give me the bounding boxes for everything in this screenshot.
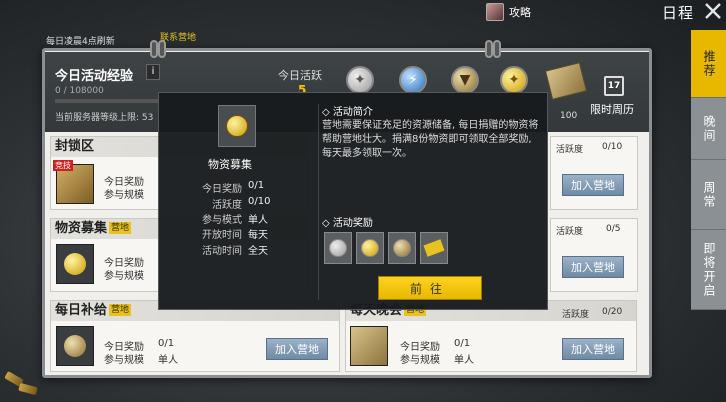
kv-key: 活跃度 <box>212 200 242 211</box>
intro-text: 营地需要保证充足的资源储备, 每日捐赠的物资将帮助营地壮大。捐满8份物资即可领取… <box>322 120 539 159</box>
kv-value: 每天 <box>248 230 268 241</box>
supply-crate-thumbnail-icon <box>350 326 388 366</box>
competitive-badge: 竞技 <box>53 160 73 171</box>
kv-key: 参与模式 <box>202 215 242 226</box>
divider <box>318 104 319 300</box>
contact-camp-link[interactable]: 联系营地 <box>160 30 220 48</box>
participation-label: 参与规模 <box>104 271 144 282</box>
tab-weekly[interactable]: 周常 <box>691 160 726 230</box>
kv-value: 0/10 <box>248 196 271 207</box>
tab-recommend[interactable]: 推荐 <box>691 30 726 98</box>
activity-value: 0/10 <box>602 142 623 152</box>
go-button[interactable]: 前往 <box>378 276 482 300</box>
camp-tag: 营地 <box>109 222 132 234</box>
exp-progress-bar <box>55 99 170 103</box>
blue-medal-icon[interactable]: ⚡ <box>399 66 427 94</box>
chevron-medal-reward-icon[interactable] <box>388 232 416 264</box>
today-reward-value: 0/1 <box>454 338 471 349</box>
activity-label: 今日活跃 <box>278 69 322 82</box>
join-camp-button[interactable]: 加入营地 <box>562 338 624 360</box>
gold-medal-thumbnail-icon <box>56 244 94 284</box>
info-icon[interactable]: i <box>146 64 160 80</box>
binder-ring-icon <box>485 40 493 58</box>
participation-value: 单人 <box>158 355 178 366</box>
gold-medal-reward-icon[interactable] <box>356 232 384 264</box>
today-reward-value: 0/1 <box>158 338 175 349</box>
kv-key: 开放时间 <box>202 230 242 241</box>
activity-label: 活跃度 <box>562 310 590 320</box>
activity-value: 0/20 <box>602 307 623 317</box>
activity-value: 0/5 <box>606 224 621 234</box>
kv-key: 今日奖励 <box>202 184 242 195</box>
tab-evening[interactable]: 晚间 <box>691 98 726 160</box>
chevron-medal-icon[interactable]: ▼ <box>451 66 479 94</box>
attack-guide-button[interactable]: 攻略 <box>486 2 531 22</box>
reward-count: 100 <box>560 111 578 121</box>
activity-card-evening-party[interactable]: 每天晚会 营地 <box>345 300 637 372</box>
reward-title: ◇ 活动奖励 <box>322 218 373 229</box>
kv-value: 单人 <box>248 215 268 226</box>
bullet-shell-icon <box>18 382 38 396</box>
participation-value: 单人 <box>454 355 474 366</box>
camp-tag: 营地 <box>109 304 132 316</box>
participation-label: 参与规模 <box>104 355 144 366</box>
intro-title: ◇ 活动简介 <box>322 107 373 118</box>
avatar <box>486 3 504 21</box>
exp-title: 今日活动经验 <box>55 69 134 84</box>
gold-medal-icon[interactable]: ✦ <box>500 66 528 94</box>
participation-label: 参与规模 <box>104 190 144 201</box>
join-camp-button[interactable]: 加入营地 <box>562 174 624 196</box>
gold-medal-icon <box>218 105 256 147</box>
silver-medal-reward-icon[interactable] <box>324 232 352 264</box>
refresh-note: 每日凌晨4点刷新 <box>46 37 115 47</box>
attack-guide-label: 攻略 <box>509 6 531 19</box>
exp-value: 0 / 108000 <box>55 86 104 96</box>
kv-key: 活动时间 <box>202 246 242 257</box>
ticket-reward-icon[interactable] <box>420 232 448 264</box>
binder-ring-icon <box>493 40 501 58</box>
join-camp-button[interactable]: 加入营地 <box>266 338 328 360</box>
chevron-medal-thumbnail-icon <box>56 326 94 366</box>
activity-label: 活跃度 <box>556 227 584 237</box>
join-camp-button[interactable]: 加入营地 <box>562 256 624 278</box>
server-level-note: 当前服务器等级上限: 53 <box>55 113 154 123</box>
silver-medal-icon[interactable]: ✦ <box>346 66 374 94</box>
page-title: 日程 <box>662 4 695 22</box>
calendar-icon[interactable]: 17 <box>604 76 624 96</box>
kv-value: 0/1 <box>248 180 265 191</box>
tab-upcoming[interactable]: 即将开启 <box>691 230 726 310</box>
participation-label: 参与规模 <box>400 355 440 366</box>
close-icon[interactable] <box>703 1 723 21</box>
binder-ring-icon <box>150 40 158 58</box>
kv-value: 全天 <box>248 246 268 257</box>
weekly-calendar-link[interactable]: 限时周历 <box>590 101 634 117</box>
popup-activity-name: 物资募集 <box>208 158 252 171</box>
activity-label: 活跃度 <box>556 145 584 155</box>
